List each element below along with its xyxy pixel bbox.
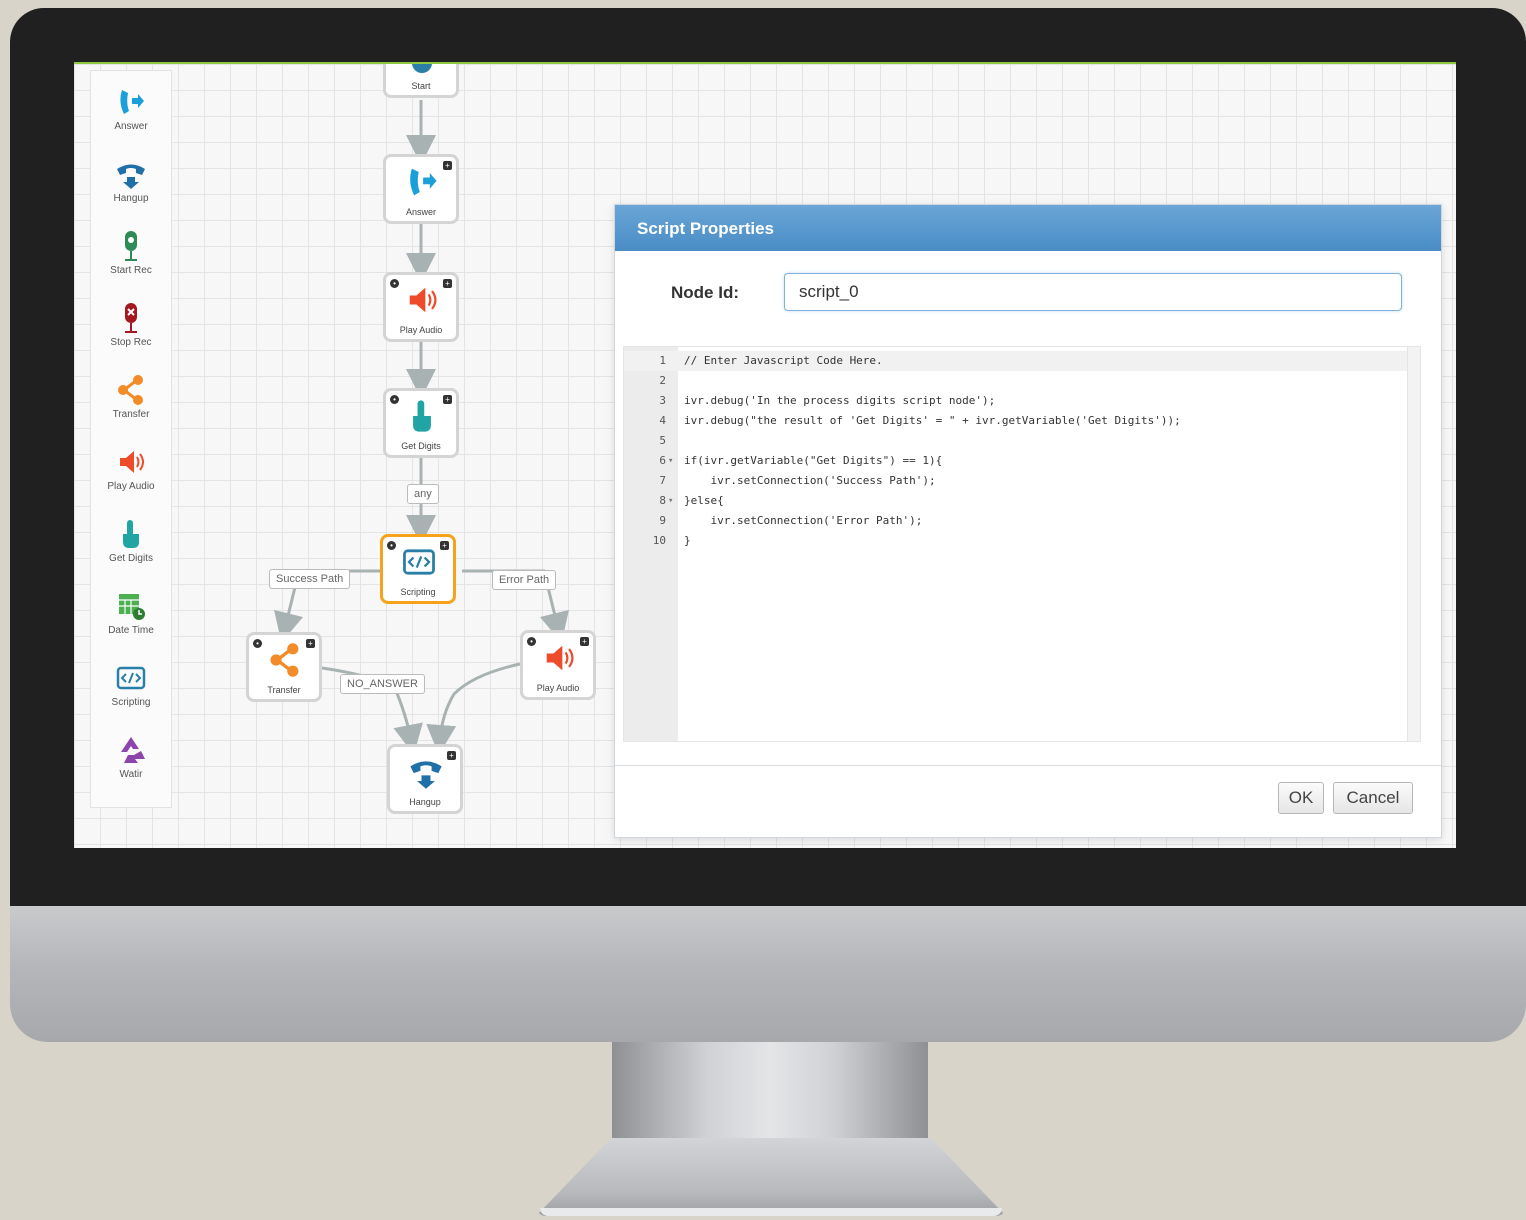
add-icon[interactable]: + bbox=[443, 395, 452, 404]
settings-icon[interactable]: • bbox=[390, 395, 399, 404]
code-text: if(ivr.getVariable("Get Digits") == 1){ bbox=[684, 454, 943, 467]
settings-icon[interactable]: • bbox=[253, 639, 262, 648]
code-editor[interactable]: 1 // Enter Javascript Code Here. 2 3 ivr.deb… bbox=[623, 346, 1421, 742]
add-icon[interactable]: + bbox=[443, 161, 452, 170]
node-id-label: Node Id: bbox=[671, 283, 739, 302]
cancel-button[interactable]: Cancel bbox=[1333, 782, 1413, 814]
dialog-title-bar[interactable]: Script Properties bbox=[615, 205, 1441, 251]
phone-hangup-icon bbox=[410, 761, 442, 789]
node-label: Transfer bbox=[267, 685, 301, 695]
line-number: 3 bbox=[659, 394, 666, 407]
monitor-stand-base bbox=[536, 1138, 1006, 1216]
touch-icon bbox=[413, 400, 431, 432]
code-line[interactable]: 3 ivr.debug('In the process digits script… bbox=[624, 391, 1420, 411]
speaker-icon bbox=[546, 645, 574, 671]
code-line[interactable]: 5 bbox=[624, 431, 1420, 451]
node-label: Answer bbox=[405, 207, 436, 217]
add-icon[interactable]: + bbox=[306, 639, 315, 648]
dialog-title: Script Properties bbox=[637, 219, 774, 238]
node-label: Hangup bbox=[409, 797, 441, 807]
editor-scrollbar[interactable] bbox=[1407, 347, 1420, 741]
line-number: 8 bbox=[659, 494, 666, 507]
code-line[interactable]: 4 ivr.debug("the result of 'Get Digits' =… bbox=[624, 411, 1420, 431]
node-label: Scripting bbox=[400, 587, 436, 597]
add-icon[interactable]: + bbox=[580, 637, 589, 646]
edge-label-success-path[interactable]: Success Path bbox=[269, 569, 351, 589]
add-icon[interactable]: + bbox=[447, 751, 456, 760]
node-id-input[interactable] bbox=[784, 273, 1402, 311]
node-label: Start bbox=[411, 81, 431, 91]
code-line[interactable]: 1 // Enter Javascript Code Here. bbox=[624, 351, 1420, 371]
code-text: ivr.debug("the result of 'Get Digits' = … bbox=[684, 414, 1181, 427]
code-line[interactable]: 2 bbox=[624, 371, 1420, 391]
flow-node-play-audio[interactable]: • + Play Audio bbox=[383, 272, 459, 342]
ok-button[interactable]: OK bbox=[1278, 782, 1324, 814]
line-number: 10 bbox=[652, 534, 666, 547]
code-text: ivr.debug('In the process digits script … bbox=[684, 394, 996, 407]
line-number: 7 bbox=[659, 474, 666, 487]
line-number: 5 bbox=[659, 434, 666, 447]
code-text: ivr.setConnection('Success Path'); bbox=[684, 474, 936, 487]
code-line[interactable]: 6 ▾ if(ivr.getVariable("Get Digits") == 1)… bbox=[624, 451, 1420, 471]
code-line[interactable]: 10} bbox=[624, 531, 1420, 551]
flow-node-hangup[interactable]: + Hangup bbox=[387, 744, 463, 814]
settings-icon[interactable]: • bbox=[387, 541, 396, 550]
code-text: ivr.setConnection('Error Path'); bbox=[684, 514, 923, 527]
line-number: 1 bbox=[659, 354, 666, 367]
fold-toggle-icon[interactable]: ▾ bbox=[668, 451, 673, 471]
flow-node-play-audio-2[interactable]: • + Play Audio bbox=[520, 630, 596, 700]
monitor-stand-neck bbox=[612, 1042, 928, 1142]
line-number: 4 bbox=[659, 414, 666, 427]
script-properties-dialog: Script Properties Node Id: 1 // Enter Jav… bbox=[614, 204, 1442, 838]
flow-node-scripting[interactable]: • + Scripting bbox=[380, 534, 456, 604]
code-text: } bbox=[684, 534, 691, 547]
add-icon[interactable]: + bbox=[443, 279, 452, 288]
dialog-divider bbox=[615, 765, 1441, 766]
node-label: Get Digits bbox=[401, 441, 441, 451]
code-line[interactable]: 9 ivr.setConnection('Error Path'); bbox=[624, 511, 1420, 531]
speaker-icon bbox=[409, 287, 437, 313]
settings-icon[interactable]: • bbox=[527, 637, 536, 646]
code-icon bbox=[403, 549, 435, 575]
monitor-chin bbox=[10, 906, 1526, 1042]
flow-node-start[interactable]: Start bbox=[383, 64, 459, 98]
line-number: 6 bbox=[659, 454, 666, 467]
code-line[interactable]: 8 ▾ }else{ bbox=[624, 491, 1420, 511]
add-icon[interactable]: + bbox=[440, 541, 449, 550]
line-number: 2 bbox=[659, 374, 666, 387]
phone-answer-icon bbox=[410, 168, 437, 196]
flow-node-get-digits[interactable]: • + Get Digits bbox=[383, 388, 459, 458]
code-text: // Enter Javascript Code Here. bbox=[684, 354, 883, 367]
fold-toggle-icon[interactable]: ▾ bbox=[668, 491, 673, 511]
line-number: 9 bbox=[659, 514, 666, 527]
edge-label-any[interactable]: any bbox=[407, 484, 439, 504]
monitor-stand-edge bbox=[540, 1208, 1002, 1216]
flow-node-transfer[interactable]: • + Transfer bbox=[246, 632, 322, 702]
code-line[interactable]: 7 ivr.setConnection('Success Path'); bbox=[624, 471, 1420, 491]
share-icon bbox=[270, 643, 299, 677]
settings-icon[interactable]: • bbox=[390, 279, 399, 288]
flow-node-answer[interactable]: + Answer bbox=[383, 154, 459, 224]
flow-connectors bbox=[274, 100, 569, 755]
edge-label-error-path[interactable]: Error Path bbox=[492, 570, 557, 590]
edge-label-no-answer[interactable]: NO_ANSWER bbox=[340, 674, 425, 694]
code-text: }else{ bbox=[684, 494, 724, 507]
app-screen: Answer Hangup Start Rec Stop Rec Transfe… bbox=[74, 62, 1456, 848]
node-label: Play Audio bbox=[536, 683, 580, 693]
node-label: Play Audio bbox=[399, 325, 443, 335]
